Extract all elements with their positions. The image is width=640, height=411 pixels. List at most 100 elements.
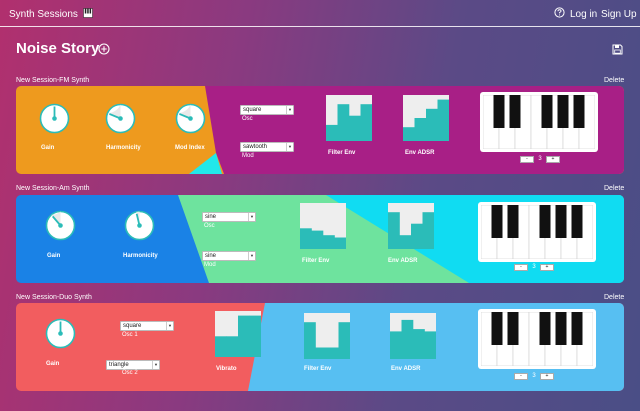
select-label: Osc 1 <box>122 332 138 338</box>
envelope-step <box>300 228 312 249</box>
octave-down-button[interactable]: - <box>520 156 534 163</box>
login-link[interactable]: Log in <box>570 9 597 20</box>
black-key <box>539 205 551 238</box>
octave-value: 3 <box>532 373 536 379</box>
black-key <box>493 95 505 128</box>
envelope-step <box>388 212 400 249</box>
black-key <box>539 312 551 345</box>
octave-down-button[interactable]: - <box>514 373 528 380</box>
osc1-select[interactable]: square ▼ <box>120 321 174 331</box>
envelope-steps <box>326 104 372 141</box>
octave-down-button[interactable]: - <box>514 264 528 271</box>
brand-name[interactable]: Synth Sessions <box>9 9 78 20</box>
envelope-step <box>249 315 261 357</box>
signup-link[interactable]: Sign Up <box>601 9 637 20</box>
adsr-envelope-graph[interactable] <box>403 95 449 141</box>
select-label: Mod <box>242 153 254 159</box>
knob-label: Gain <box>47 253 61 259</box>
black-key <box>541 95 553 128</box>
envelope-step <box>426 108 438 141</box>
mod-select[interactable]: sine ▼ <box>202 251 256 261</box>
envelope-step <box>327 347 339 359</box>
help-circle-icon[interactable] <box>554 7 565 18</box>
envelope-steps <box>304 322 350 359</box>
mod-index-knob[interactable] <box>175 103 206 134</box>
synth-panel-duo: Gain square ▼ Osc 1 triangle ▼ Osc 2 Vib… <box>16 303 624 391</box>
envelope-step <box>323 235 335 249</box>
octave-value: 3 <box>538 156 542 162</box>
gain-knob[interactable] <box>39 103 70 134</box>
select-label: Osc <box>242 116 253 122</box>
adsr-envelope-graph[interactable] <box>388 203 434 249</box>
harmonicity-knob[interactable] <box>105 103 136 134</box>
envelope-step <box>334 237 346 249</box>
select-label: Osc <box>204 223 215 229</box>
black-key <box>509 95 521 128</box>
envelope-label: Env ADSR <box>405 150 435 156</box>
floppy-disk-icon[interactable] <box>612 44 623 55</box>
envelope-step <box>390 331 402 359</box>
filter-envelope-graph[interactable] <box>304 313 350 359</box>
envelope-step <box>311 230 324 249</box>
envelope-step <box>399 235 412 249</box>
delete-session-button[interactable]: Delete <box>604 77 624 84</box>
synth-panel-am: Gain Harmonicity sine ▼ Osc sine ▼ Mod F… <box>16 195 624 283</box>
vibrato-envelope-graph[interactable] <box>215 311 261 357</box>
mod-select[interactable]: sawtooth ▼ <box>240 142 294 152</box>
black-key <box>491 205 503 238</box>
knob-label: Gain <box>46 361 60 367</box>
brand[interactable]: Synth Sessions <box>9 8 93 20</box>
filter-envelope-graph[interactable] <box>326 95 372 141</box>
knob-label: Harmonicity <box>106 145 141 151</box>
plus-circle-icon[interactable] <box>98 43 110 55</box>
black-key <box>573 95 585 128</box>
envelope-label: Vibrato <box>216 366 237 372</box>
octave-control: - 3 + <box>514 373 558 380</box>
black-key <box>507 312 519 345</box>
delete-session-button[interactable]: Delete <box>604 294 624 301</box>
piano-keyboard[interactable] <box>478 309 596 369</box>
select-value: sine <box>205 214 217 220</box>
session-title: New Session-Am Synth <box>16 185 90 192</box>
select-arrow-icon: ▼ <box>166 322 173 330</box>
synth-panel-fm: Gain Harmonicity Mod Index square ▼ Osc … <box>16 86 624 174</box>
envelope-label: Env ADSR <box>388 258 418 264</box>
envelope-step <box>413 329 425 359</box>
envelope-step <box>360 104 372 141</box>
black-key <box>555 312 567 345</box>
envelope-step <box>304 322 316 359</box>
osc-select[interactable]: square ▼ <box>240 105 294 115</box>
octave-control: - 3 + <box>520 156 564 163</box>
osc2-select[interactable]: triangle ▼ <box>106 360 160 370</box>
osc-select[interactable]: sine ▼ <box>202 212 256 222</box>
adsr-envelope-graph[interactable] <box>390 313 436 359</box>
delete-session-button[interactable]: Delete <box>604 185 624 192</box>
story-title: Noise Story <box>16 40 100 57</box>
select-label: Osc 2 <box>122 370 138 376</box>
octave-up-button[interactable]: + <box>540 264 554 271</box>
octave-up-button[interactable]: + <box>540 373 554 380</box>
envelope-step <box>424 331 436 359</box>
black-key <box>555 205 567 238</box>
piano-keyboard[interactable] <box>480 92 598 152</box>
black-key <box>571 205 583 238</box>
envelope-step <box>422 212 434 249</box>
harmonicity-knob[interactable] <box>124 210 155 241</box>
octave-control: - 3 + <box>514 264 558 271</box>
filter-envelope-graph[interactable] <box>300 203 346 249</box>
gain-knob[interactable] <box>45 318 76 349</box>
knob-label: Mod Index <box>175 145 205 151</box>
envelope-steps <box>390 319 436 359</box>
piano-keyboard[interactable] <box>478 202 596 262</box>
select-arrow-icon: ▼ <box>286 143 293 151</box>
black-key <box>557 95 569 128</box>
envelope-label: Filter Env <box>304 366 332 372</box>
knob-label: Gain <box>41 145 55 151</box>
select-arrow-icon: ▼ <box>248 213 255 221</box>
black-key <box>491 312 503 345</box>
octave-up-button[interactable]: + <box>546 156 560 163</box>
envelope-step <box>401 319 414 359</box>
select-arrow-icon: ▼ <box>152 361 159 369</box>
envelope-label: Filter Env <box>328 150 356 156</box>
gain-knob[interactable] <box>45 210 76 241</box>
